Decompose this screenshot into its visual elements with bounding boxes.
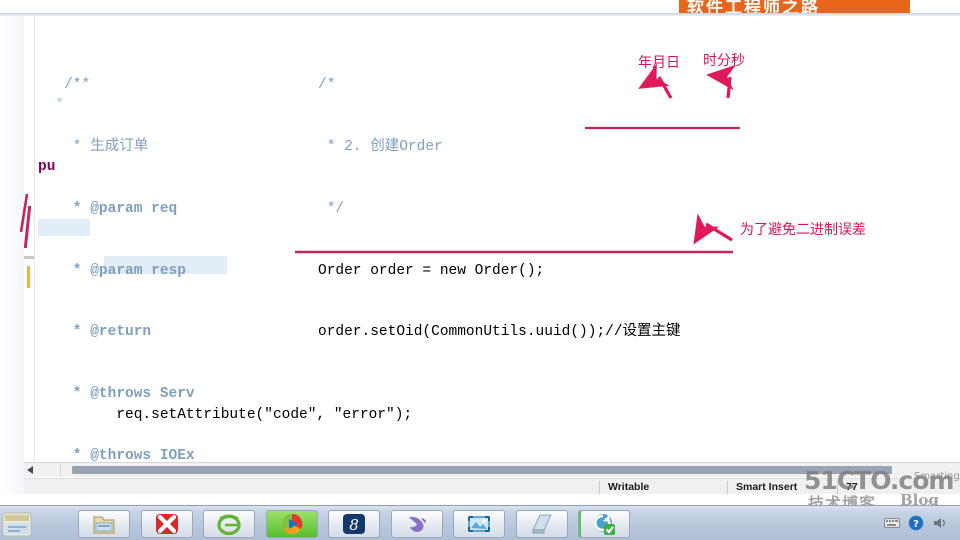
book-icon <box>532 514 552 534</box>
code-line: */ <box>318 200 345 217</box>
marker-divider <box>24 256 34 259</box>
system-tray: ? <box>864 512 956 536</box>
status-bar: Writable Smart Insert 77 <box>24 478 960 494</box>
svg-text:8: 8 <box>349 516 359 534</box>
screen-root: 软件工程师之路 * @id COLE * pu <box>0 0 960 540</box>
taskbar-item-notes[interactable] <box>516 510 568 538</box>
code-pane-left-lower[interactable]: req.setAttribute("code", "error"); req.s… <box>38 364 960 461</box>
internet-explorer-icon <box>217 514 241 536</box>
taskbar: 8 ? <box>0 505 960 540</box>
code-line: Order order = new Order(); <box>318 262 545 279</box>
scrollbar-tick <box>60 463 61 477</box>
code-line: /** <box>38 77 91 94</box>
start-button[interactable] <box>2 509 32 539</box>
marker-warning-icon[interactable] <box>27 266 30 288</box>
status-bar-blank-region <box>24 479 599 494</box>
taskbar-item-xmind[interactable] <box>141 510 193 538</box>
tray-help-icon[interactable]: ? <box>908 515 924 531</box>
taskbar-item-dolphin[interactable] <box>391 510 443 538</box>
status-position: 77 <box>837 481 960 494</box>
taskbar-item-sync[interactable] <box>578 510 630 538</box>
code-pane-right[interactable]: /* * 2. 创建Order */ Order order = new Ord… <box>318 34 960 374</box>
svg-text:?: ? <box>913 519 919 530</box>
code-line: /* <box>318 77 336 94</box>
taskbar-item-ie[interactable] <box>203 510 255 538</box>
code-editor[interactable]: * @id COLE * pu /** * 生成订单 * @param req … <box>24 16 960 461</box>
s-blue-icon: 8 <box>343 514 365 534</box>
top-banner: 软件工程师之路 <box>679 0 910 14</box>
code-line: * @param req <box>38 200 178 217</box>
x-red-icon <box>156 514 178 534</box>
folder-icon <box>93 516 115 534</box>
taskbar-item-screenshot[interactable] <box>453 510 505 538</box>
taskbar-item-explorer[interactable] <box>78 510 130 538</box>
tray-keyboard-icon[interactable] <box>884 515 900 531</box>
taskbar-item-navicat[interactable]: 8 <box>328 510 380 538</box>
marker-error-icon[interactable] <box>24 206 32 248</box>
horizontal-scrollbar[interactable] <box>24 462 960 477</box>
tray-volume-icon[interactable] <box>932 515 948 531</box>
marker-ruler[interactable] <box>24 16 35 461</box>
taskbar-item-mediaplayer[interactable] <box>266 510 318 538</box>
sync-check-icon <box>594 514 615 535</box>
ide-window: * @id COLE * pu /** * 生成订单 * @param req … <box>24 16 960 494</box>
desktop-left-strip <box>0 16 25 494</box>
top-banner-text: 软件工程师之路 <box>687 0 820 14</box>
scrollbar-thumb[interactable] <box>72 466 892 474</box>
media-player-icon <box>282 513 303 534</box>
code-line: * @param resp <box>38 262 186 279</box>
scroll-left-arrow-icon[interactable] <box>27 466 33 474</box>
picture-icon <box>468 516 490 532</box>
status-writable: Writable <box>599 481 736 494</box>
code-line: req.setAttribute("code", "error"); <box>38 407 413 424</box>
code-line: * 2. 创建Order <box>318 138 443 155</box>
code-line: order.setOid(CommonUtils.uuid());//设置主键 <box>318 324 681 341</box>
code-line: * @return <box>38 324 152 341</box>
code-line: * 生成订单 <box>38 138 149 155</box>
status-insert-mode: Smart Insert <box>727 481 846 494</box>
dolphin-icon <box>409 516 426 532</box>
